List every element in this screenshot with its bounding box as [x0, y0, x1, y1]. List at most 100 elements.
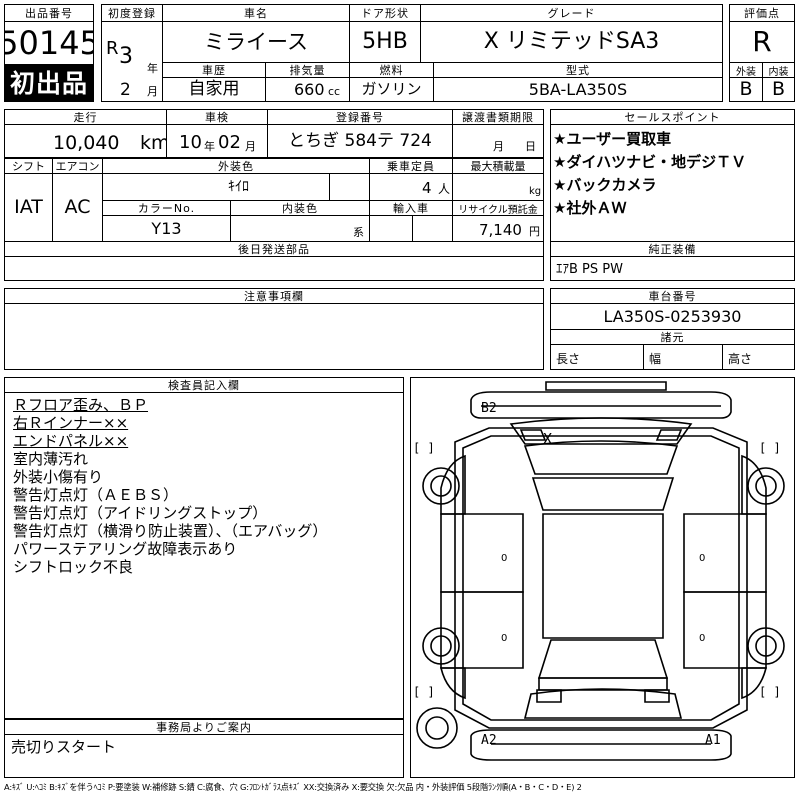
ac-label: エアコン [52, 158, 103, 174]
bracket-marker: [ ] [759, 441, 781, 455]
genuine-label: 純正装備 [550, 241, 795, 257]
shift-label: シフト [4, 158, 53, 174]
mileage-unit: km [140, 132, 167, 154]
damage-code-x: X [543, 430, 553, 448]
interior-score: B [771, 78, 786, 100]
body-outline [454, 427, 748, 729]
ext-color-extra [329, 173, 370, 201]
plate-number: とちぎ 584テ 724 [288, 130, 432, 151]
import-label: 輸入車 [369, 200, 453, 216]
interior-label: 内装 [762, 62, 795, 78]
length-label: 長さ [556, 352, 581, 366]
rear-window [537, 639, 669, 679]
color-no-cell: Y13 [102, 215, 231, 242]
chassis-cell: LA350S-0253930 [550, 303, 795, 330]
lot-number: 50145 [5, 24, 94, 62]
inspector-label: 検査員記入欄 [4, 377, 404, 393]
bracket-marker: [ ] [413, 685, 435, 699]
dimensions-label: 諸元 [550, 329, 795, 345]
history-cell: 自家用 [162, 77, 266, 102]
width-label: 幅 [649, 352, 662, 366]
inspector-note: 警告灯点灯（アイドリングストップ） [13, 504, 268, 522]
bracket-marker: [ ] [413, 441, 435, 455]
import-cell-2 [412, 215, 453, 242]
inspector-note: パワーステアリング故障表示あり [13, 540, 238, 558]
zero-marker: 0 [501, 633, 508, 644]
sales-points-label: セールスポイント [550, 109, 795, 125]
sales-point-item: ★ダイハツナビ・地デジＴＶ [553, 153, 747, 171]
first-reg-cell: R 3 年 2 月 [101, 21, 163, 102]
transfer-cell: 月 日 [452, 124, 544, 158]
ext-color-label: 外装色 [102, 158, 370, 174]
left-rear-fender [439, 667, 466, 700]
ext-color-cell: ｷｲﾛ [102, 173, 330, 201]
zero-marker: 0 [699, 633, 706, 644]
genuine-equipment: ｴｱB PS PW [556, 262, 623, 277]
inspector-note: 警告灯点灯（ＡＥＢＳ） [13, 486, 179, 504]
mileage-label: 走行 [4, 109, 167, 125]
first-reg-label: 初度登録 [101, 4, 163, 22]
inspector-notes-box: Ｒフロア歪み、ＢＰ 右Ｒインナー×× エンドパネル×× 室内薄汚れ 外装小傷有り… [4, 392, 404, 719]
color-no-label: カラーNo. [102, 200, 231, 216]
zero-marker: 0 [501, 553, 508, 564]
left-rear-door [440, 591, 524, 669]
reg-month-unit: 月 [147, 85, 158, 98]
recycle-label: リサイクル預託金 [452, 200, 544, 216]
front-roof [531, 477, 675, 511]
plate-cell: とちぎ 584テ 724 [267, 124, 453, 158]
recycle-fee: 7,140 [479, 221, 522, 239]
transfer-label: 譲渡書類期限 [452, 109, 544, 125]
inspector-note: 室内薄汚れ [13, 450, 89, 468]
capacity-label: 乗車定員 [369, 158, 453, 174]
capacity: 4 [422, 179, 432, 197]
roof [542, 513, 664, 639]
width-cell: 幅 [643, 344, 723, 370]
first-listing-text: 初出品 [9, 68, 88, 98]
chassis-number: LA350S-0253930 [603, 306, 742, 326]
displacement-label: 排気量 [265, 62, 350, 78]
max-load-cell: kg [452, 173, 544, 201]
right-front-fender [741, 454, 767, 515]
inspection-year-unit: 年 [204, 140, 215, 153]
right-front-door [683, 513, 767, 593]
damage-code-b2: B2 [481, 401, 497, 416]
import-cell-1 [369, 215, 413, 242]
inspector-note: 右Ｒインナー×× [13, 414, 129, 432]
inspection-year: 10 [179, 132, 202, 153]
fuel-cell: ガソリン [349, 77, 434, 102]
inspector-note: シフトロック不良 [13, 558, 134, 576]
plate-label: 登録番号 [267, 109, 453, 125]
shift: IAT [14, 196, 43, 218]
door-cell: 5HB [349, 21, 421, 63]
office-notice: 売切りスタート [11, 738, 117, 756]
grade-label: グレード [420, 4, 723, 22]
lot-label: 出品番号 [4, 4, 94, 22]
damage-code-a2: A2 [481, 733, 497, 748]
ac: AC [64, 196, 91, 218]
legend-footer: A:ｷｽﾞ U:ﾍｺﾐ B:ｷｽﾞを伴うﾍｺﾐ P:要塗装 W:補修跡 S:錆 … [4, 782, 582, 792]
height-label: 高さ [728, 352, 753, 366]
caution-box [4, 303, 544, 370]
exterior-cell: B [729, 77, 763, 102]
mileage-value: 10,040 [53, 132, 120, 154]
score-value: R [752, 25, 772, 58]
max-load-unit: kg [529, 186, 542, 197]
displacement-cell: 660 cc [265, 77, 350, 102]
front-bumper [470, 391, 732, 419]
inspection-month-unit: 月 [245, 140, 256, 153]
int-color-unit: 系 [353, 226, 364, 239]
sales-points-box: ★ユーザー買取車 ★ダイハツナビ・地デジＴＶ ★バックカメラ ★社外ＡＷ [550, 124, 795, 242]
sales-point-item: ★ユーザー買取車 [553, 130, 672, 148]
int-color-cell: 系 [230, 215, 370, 242]
displacement: 660 [294, 80, 325, 99]
int-color-label: 内装色 [230, 200, 370, 216]
car-name-cell: ミライース [162, 21, 350, 63]
car-name: ミライース [204, 29, 308, 54]
grade: X リミテッドSA3 [483, 29, 660, 54]
damage-code-a1: A1 [705, 733, 721, 748]
length-cell: 長さ [550, 344, 644, 370]
model-cell: 5BA-LA350S [433, 77, 723, 102]
ext-color: ｷｲﾛ [228, 179, 249, 195]
reg-month: 2 [120, 80, 131, 100]
interior-cell: B [762, 77, 795, 102]
